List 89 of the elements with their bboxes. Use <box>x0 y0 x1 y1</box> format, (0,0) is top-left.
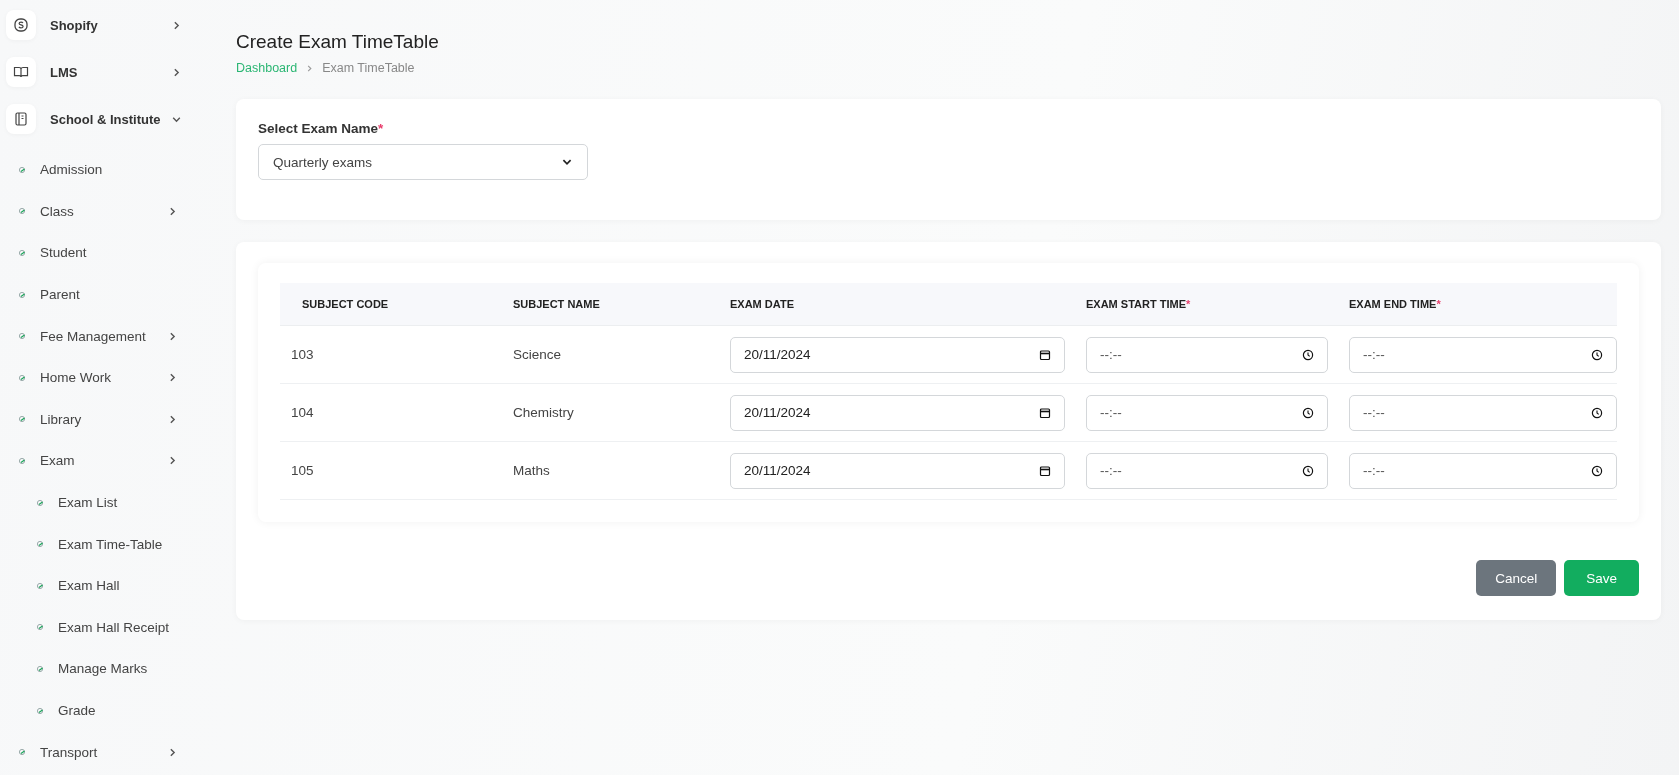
bullet-icon <box>18 415 26 424</box>
date-input-field[interactable]: 20/11/2024 <box>730 336 1065 373</box>
table-cell: 103 <box>291 347 314 362</box>
notebook-icon <box>13 111 29 127</box>
bullet-icon <box>36 540 44 549</box>
clock-icon <box>1302 348 1314 361</box>
sidebar-item-label: Exam List <box>58 495 119 511</box>
sidebar-subitem[interactable]: Exam List <box>6 481 226 524</box>
time-input-field[interactable]: --:-- <box>1086 394 1328 431</box>
column-header: EXAM START TIME* <box>1086 298 1192 310</box>
clock-icon <box>1591 406 1603 419</box>
column-header: SUBJECT NAME <box>513 298 601 310</box>
sidebar-subitem[interactable]: Grade <box>6 689 226 732</box>
table-cell: 104 <box>291 405 314 420</box>
bullet-icon <box>36 623 44 632</box>
bullet-icon <box>18 748 26 757</box>
sidebar-item-label: Exam <box>40 453 76 469</box>
time-input-field[interactable]: --:-- <box>1086 336 1328 373</box>
date-input-field[interactable]: 20/11/2024 <box>730 394 1065 431</box>
sidebar-subitem[interactable]: Manage Marks <box>6 648 226 690</box>
calendar-icon <box>1039 464 1051 477</box>
sidebar-module-item[interactable]: Shopify <box>6 8 226 42</box>
sidebar-item[interactable]: Admission <box>6 149 226 191</box>
sidebar-item[interactable]: Home Work <box>6 356 226 399</box>
calendar-icon <box>1039 348 1051 361</box>
bullet-icon <box>36 664 44 673</box>
bullet-icon <box>36 581 44 590</box>
table-cell: Science <box>513 347 562 362</box>
sidebar-item-label: Transport <box>40 744 99 760</box>
sidebar-item[interactable]: Exam <box>6 440 226 482</box>
sidebar-item-label: Exam Hall <box>58 578 121 594</box>
bullet-icon <box>18 290 26 299</box>
sidebar-item-label: Parent <box>40 287 81 303</box>
time-input-field[interactable]: --:-- <box>1349 394 1617 431</box>
page-title: Create Exam TimeTable <box>236 31 440 53</box>
sidebar-item[interactable]: Student <box>6 232 226 274</box>
table-cell: Chemistry <box>513 405 574 420</box>
bullet-icon <box>18 373 26 382</box>
sidebar-item-label: Library <box>40 411 83 427</box>
breadcrumb-item: Exam TimeTable <box>322 61 415 75</box>
column-header: EXAM DATE <box>730 298 795 310</box>
bullet-icon <box>18 165 26 174</box>
sidebar-item[interactable]: Fee Management <box>6 315 226 357</box>
open-book-icon <box>13 64 29 80</box>
field-label: Select Exam Name* <box>258 121 385 136</box>
module-label: LMS <box>50 64 79 80</box>
table-cell: 105 <box>291 463 314 478</box>
chevron-right-icon <box>305 63 315 73</box>
sidebar-item-label: Exam Hall Receipt <box>58 619 171 635</box>
time-input-field[interactable]: --:-- <box>1086 452 1328 489</box>
sidebar-subitem[interactable]: Exam Time-Table <box>6 523 226 565</box>
cancel-button[interactable]: Cancel <box>1476 560 1557 596</box>
time-input-field[interactable]: --:-- <box>1349 452 1617 489</box>
calendar-icon <box>1039 406 1051 419</box>
bullet-icon <box>36 498 44 507</box>
clock-icon <box>1302 464 1314 477</box>
module-label: School & Institute <box>50 111 162 127</box>
sidebar-module-item[interactable]: LMS <box>6 55 226 89</box>
s-logo-icon <box>13 17 29 33</box>
sidebar-item-label: Home Work <box>40 370 112 386</box>
sidebar-module-item[interactable]: School & Institute <box>6 102 226 136</box>
sidebar-item[interactable]: Transport <box>6 731 226 773</box>
sidebar-subitem[interactable]: Exam Hall <box>6 564 226 607</box>
sidebar-subitem[interactable]: Exam Hall Receipt <box>6 606 226 649</box>
clock-icon <box>1591 348 1603 361</box>
column-header: SUBJECT CODE <box>301 298 390 310</box>
table-cell: Maths <box>513 463 550 478</box>
bullet-icon <box>36 706 44 715</box>
bullet-icon <box>18 207 26 216</box>
bullet-icon <box>18 249 26 257</box>
sidebar-item-label: Class <box>40 203 75 219</box>
exam-select-dropdown[interactable]: Quarterly exams <box>258 144 588 180</box>
sidebar-item[interactable]: Parent <box>6 273 226 316</box>
module-label: Shopify <box>50 17 99 33</box>
sidebar-item-label: Exam Time-Table <box>58 536 164 552</box>
date-input-field[interactable]: 20/11/2024 <box>730 452 1065 489</box>
sidebar-item-label: Admission <box>40 162 104 178</box>
time-input-field[interactable]: --:-- <box>1349 336 1617 373</box>
sidebar-item-label: Grade <box>58 703 97 718</box>
sidebar-item[interactable]: Class <box>6 190 226 233</box>
column-header: EXAM END TIME* <box>1349 298 1442 310</box>
bullet-icon <box>18 456 26 465</box>
sidebar-item-label: Fee Management <box>40 328 147 344</box>
clock-icon <box>1591 464 1603 477</box>
sidebar-item-label: Manage Marks <box>58 661 149 677</box>
sidebar-item-label: Student <box>40 245 88 261</box>
bullet-icon <box>18 332 26 341</box>
clock-icon <box>1302 406 1314 419</box>
sidebar-item[interactable]: Library <box>6 398 226 441</box>
